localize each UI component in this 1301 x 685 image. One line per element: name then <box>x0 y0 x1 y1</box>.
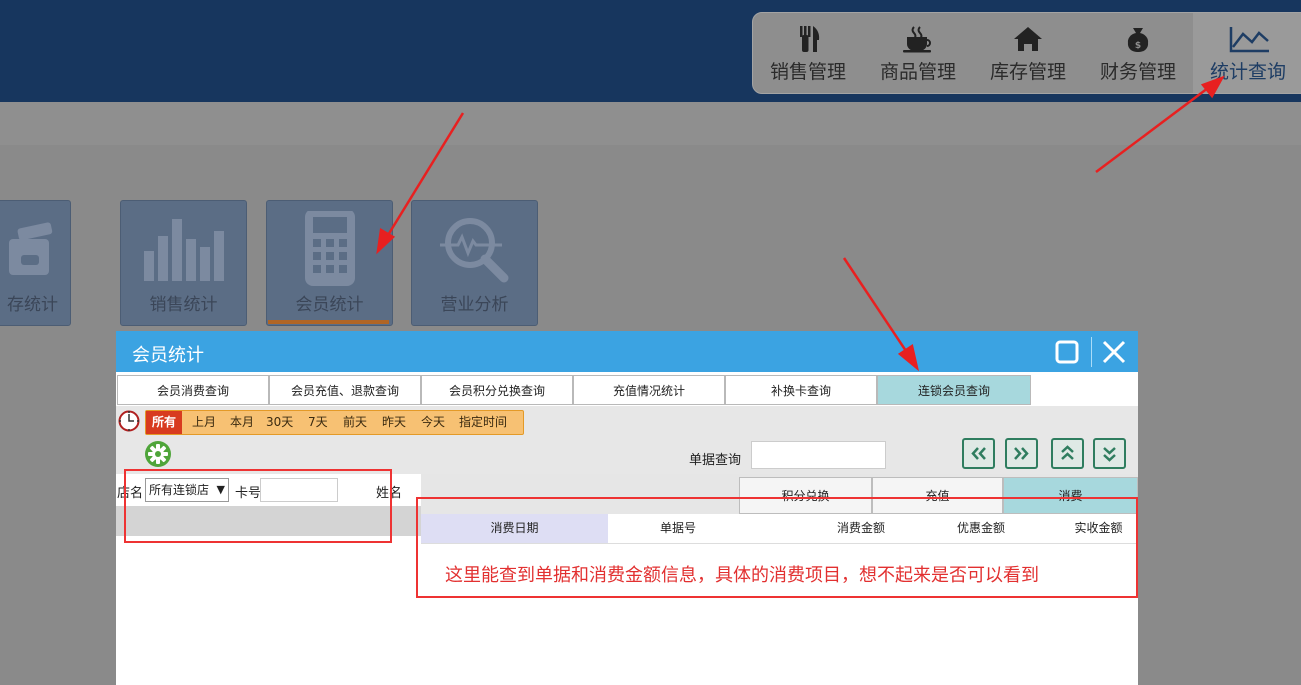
nav-item-finance[interactable]: $ 财务管理 <box>1083 13 1193 93</box>
receipt-search-input[interactable] <box>751 441 886 469</box>
date-filter-custom[interactable]: 指定时间 <box>459 411 507 434</box>
tile-member-stats[interactable]: 会员统计 <box>266 200 393 326</box>
magnifier-pulse-icon <box>440 218 509 283</box>
date-filter-30-days[interactable]: 30天 <box>266 411 293 434</box>
date-filter-today[interactable]: 今天 <box>421 411 445 434</box>
date-filter-7-days[interactable]: 7天 <box>308 411 328 434</box>
receipt-search-label: 单据查询 <box>689 453 742 468</box>
double-chevron-left-icon <box>971 447 986 460</box>
tile-label: 营业分析 <box>440 295 509 315</box>
sub-header <box>0 102 1301 146</box>
wallet-icon <box>9 222 53 275</box>
date-filter-day-before[interactable]: 前天 <box>343 411 367 434</box>
tile-label: 存统计 <box>7 295 58 315</box>
window-titlebar: 会员统计 <box>116 331 1138 372</box>
tile-sales-stats[interactable]: 销售统计 <box>120 200 247 326</box>
nav-label: 财务管理 <box>1099 61 1176 83</box>
money-bag-icon: $ <box>1127 28 1149 53</box>
toolbar: 所有 上月 本月 30天 7天 前天 昨天 今天 指定时间 单据查询 <box>116 406 1138 475</box>
fork-knife-icon <box>800 26 820 52</box>
close-icon[interactable] <box>1099 337 1129 367</box>
last-page-button[interactable] <box>1005 438 1038 469</box>
double-chevron-right-icon <box>1014 447 1029 460</box>
nav-item-statistics[interactable]: 统计查询 <box>1193 13 1301 93</box>
tile-label: 会员统计 <box>295 295 364 315</box>
date-filter-bar: 所有 上月 本月 30天 7天 前天 昨天 今天 指定时间 <box>145 410 524 435</box>
nav-item-sales[interactable]: 销售管理 <box>753 13 863 93</box>
house-icon <box>1014 27 1042 51</box>
tile-inventory-stats[interactable]: 存统计 <box>0 200 71 326</box>
date-filter-this-month[interactable]: 本月 <box>230 411 254 434</box>
date-filter-yesterday[interactable]: 昨天 <box>382 411 406 434</box>
nav-label: 销售管理 <box>769 61 846 83</box>
nav-item-goods[interactable]: 商品管理 <box>863 13 973 93</box>
double-chevron-down-icon <box>1103 447 1116 462</box>
main-nav: 销售管理 商品管理 库存管理 $ 财务管理 统计查询 <box>752 12 1301 94</box>
tab-chain-member[interactable]: 连锁会员查询 <box>877 375 1031 405</box>
nav-label: 商品管理 <box>879 61 956 83</box>
gear-icon[interactable] <box>144 440 172 468</box>
calculator-icon <box>305 211 355 286</box>
date-filter-all[interactable]: 所有 <box>146 411 182 434</box>
tile-business-analysis[interactable]: 营业分析 <box>411 200 538 326</box>
window-tabs: 会员消费查询 会员充值、退款查询 会员积分兑换查询 充值情况统计 补换卡查询 连… <box>116 372 1138 406</box>
line-chart-icon <box>1229 27 1269 53</box>
first-page-button[interactable] <box>962 438 995 469</box>
scroll-up-button[interactable] <box>1051 438 1084 469</box>
coffee-cup-icon <box>903 26 931 53</box>
titlebar-separator <box>1091 337 1092 367</box>
annotation-text: 这里能查到单据和消费金额信息，具体的消费项目，想不起来是否可以看到 <box>445 565 1039 586</box>
tab-member-consumption[interactable]: 会员消费查询 <box>117 375 269 405</box>
clock-icon[interactable] <box>118 410 140 432</box>
double-chevron-up-icon <box>1061 445 1074 460</box>
date-filter-last-month[interactable]: 上月 <box>192 411 216 434</box>
annotation-box-filter <box>124 469 392 543</box>
tab-recharge-stats[interactable]: 充值情况统计 <box>573 375 725 405</box>
tile-label: 销售统计 <box>149 295 218 315</box>
nav-label: 库存管理 <box>989 61 1066 83</box>
nav-item-inventory[interactable]: 库存管理 <box>973 13 1083 93</box>
tab-card-replacement[interactable]: 补换卡查询 <box>725 375 877 405</box>
tab-member-recharge-refund[interactable]: 会员充值、退款查询 <box>269 375 421 405</box>
nav-label: 统计查询 <box>1209 61 1286 83</box>
scroll-down-button[interactable] <box>1093 438 1126 469</box>
tab-member-points-exchange[interactable]: 会员积分兑换查询 <box>421 375 573 405</box>
window-title: 会员统计 <box>132 345 204 366</box>
maximize-icon[interactable] <box>1052 337 1082 367</box>
svg-text:$: $ <box>1135 41 1141 51</box>
bar-chart-icon <box>144 219 224 281</box>
tile-active-indicator <box>268 320 389 324</box>
